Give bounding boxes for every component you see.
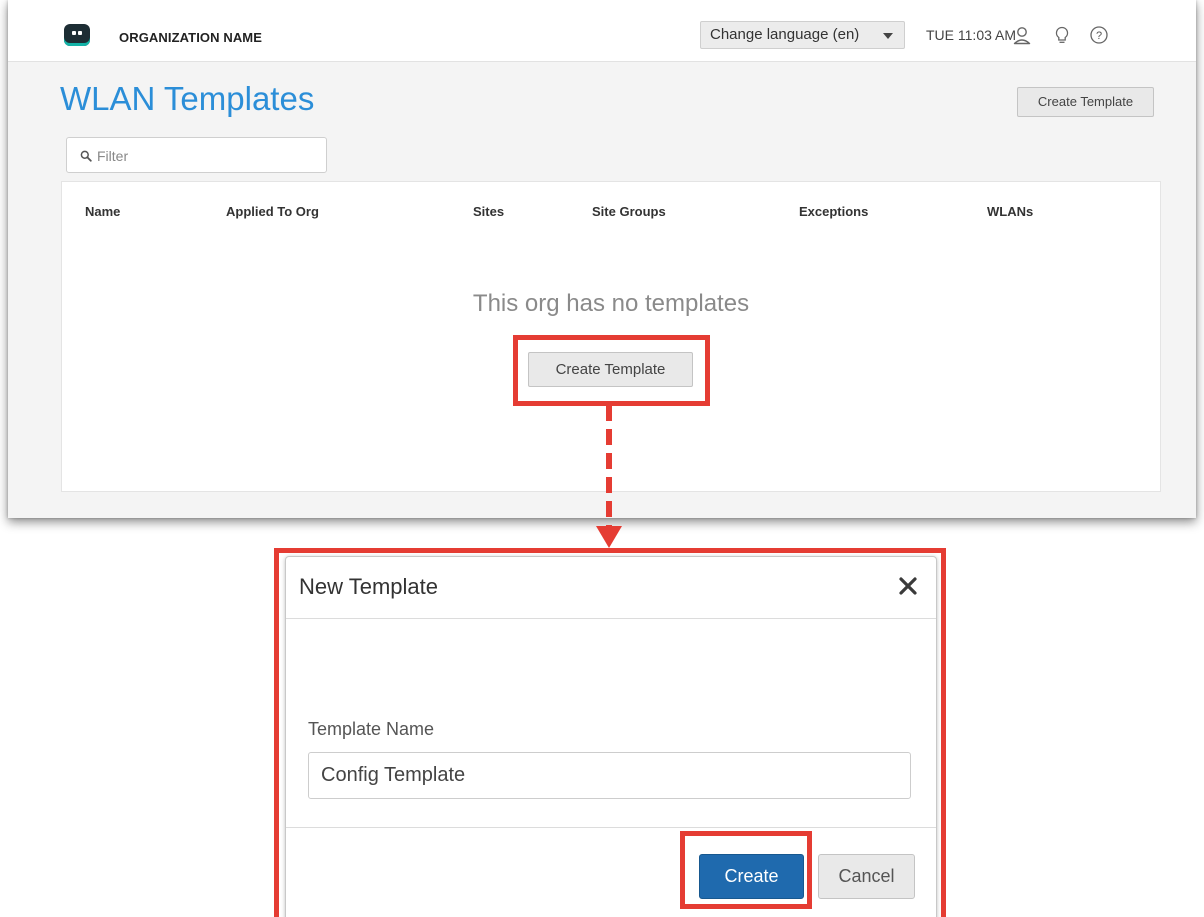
column-header-wlans[interactable]: WLANs: [987, 204, 1033, 219]
dialog-footer-divider: [286, 827, 936, 828]
column-header-site-groups[interactable]: Site Groups: [592, 204, 666, 219]
app-window: ORGANIZATION NAME Change language (en) T…: [8, 0, 1196, 518]
new-template-dialog: New Template Template Name Create Cancel: [285, 556, 937, 917]
lightbulb-icon[interactable]: [1051, 24, 1073, 46]
search-icon: [80, 150, 92, 162]
cancel-button[interactable]: Cancel: [818, 854, 915, 899]
dialog-header: New Template: [286, 557, 936, 619]
create-template-button[interactable]: Create Template: [1017, 87, 1154, 117]
column-header-name[interactable]: Name: [85, 204, 120, 219]
svg-text:?: ?: [1096, 30, 1102, 42]
filter-input[interactable]: [97, 144, 317, 168]
close-icon[interactable]: [898, 576, 918, 596]
dialog-title: New Template: [299, 574, 438, 599]
logo-icon[interactable]: [64, 24, 90, 46]
logo-eye-left: [72, 31, 76, 35]
template-name-label: Template Name: [308, 719, 435, 739]
organization-name[interactable]: ORGANIZATION NAME: [119, 30, 262, 45]
create-button[interactable]: Create: [699, 854, 804, 899]
empty-state-message: This org has no templates: [472, 290, 750, 317]
arrow-down-icon: [596, 526, 622, 548]
empty-state-create-template-button[interactable]: Create Template: [528, 352, 693, 387]
logo-eye-right: [78, 31, 82, 35]
highlight-new-template-dialog: New Template Template Name Create Cancel: [274, 548, 946, 917]
column-header-exceptions[interactable]: Exceptions: [799, 204, 868, 219]
filter-box: [66, 137, 327, 173]
top-bar: ORGANIZATION NAME Change language (en) T…: [8, 0, 1196, 62]
dashed-arrow-line: [606, 405, 612, 533]
language-select-value: Change language (en): [710, 26, 860, 43]
column-header-applied-to-org[interactable]: Applied To Org: [226, 204, 319, 219]
clock: TUE 11:03 AM: [926, 27, 1017, 43]
column-header-sites[interactable]: Sites: [473, 204, 504, 219]
template-name-input[interactable]: [308, 752, 911, 799]
help-icon[interactable]: ?: [1088, 24, 1110, 46]
language-select[interactable]: Change language (en): [700, 21, 905, 49]
chevron-down-icon: [883, 33, 893, 39]
page-title: WLAN Templates: [60, 80, 315, 117]
user-icon[interactable]: [1011, 24, 1033, 46]
